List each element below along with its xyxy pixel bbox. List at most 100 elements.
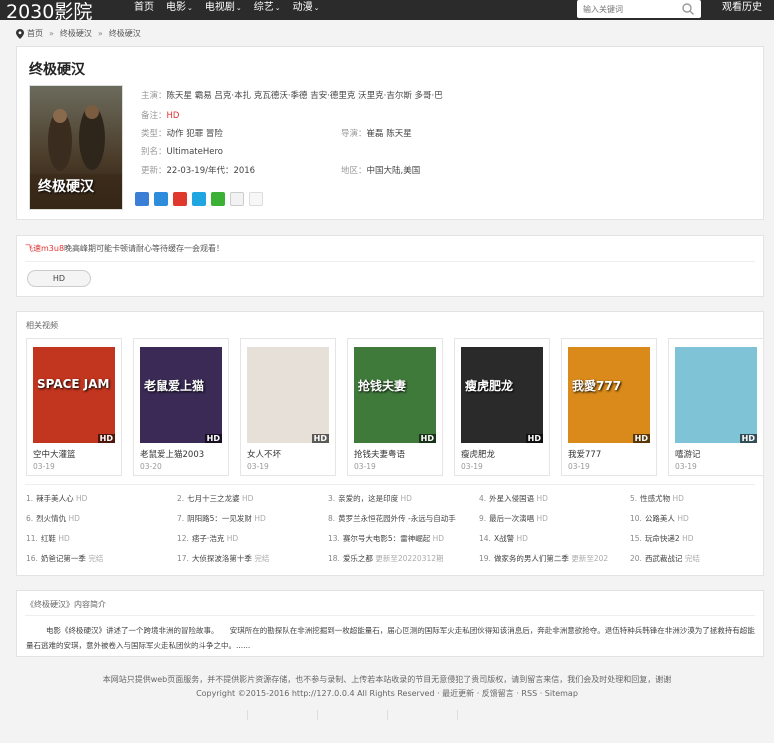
rank-item[interactable]: 18. 爱乐之都 更新至20220312期	[328, 553, 474, 564]
notice-source: 飞速m3u8	[25, 244, 65, 253]
nav-variety[interactable]: 综艺⌄	[254, 1, 281, 15]
rank-number: 8.	[328, 514, 336, 523]
nav-tv[interactable]: 电视剧⌄	[205, 1, 242, 15]
director-row: 导演：崔磊 陈天星	[341, 127, 412, 139]
alias-label: 别名：	[141, 147, 167, 157]
updated-row: 更新：22-03-19/年代：2016	[141, 164, 255, 176]
related-poster-text: SPACE JAM	[37, 377, 110, 391]
rank-number: 15.	[630, 534, 642, 543]
related-item-date: 03-19	[461, 462, 483, 471]
top-navbar: 2030影院 首页 电影⌄ 电视剧⌄ 综艺⌄ 动漫⌄ 观看历史	[0, 0, 774, 23]
location-pin-icon	[16, 28, 24, 39]
rank-item[interactable]: 5. 性感尤物 HD	[630, 493, 774, 504]
rank-item[interactable]: 7. 阴阳路5：一见发财 HD	[177, 513, 323, 524]
rank-item[interactable]: 12. 痞子·浩克 HD	[177, 533, 323, 544]
hd-badge: HD	[418, 434, 436, 443]
footer-dividers	[0, 710, 774, 720]
rank-item[interactable]: 15. 玩命快递2 HD	[630, 533, 774, 544]
genre-row: 类型：动作 犯罪 冒险	[141, 127, 223, 139]
rank-status: HD	[76, 494, 88, 503]
search-icon[interactable]	[681, 2, 695, 16]
related-item[interactable]: 瘦虎肥龙 HD 瘦虎肥龙 03-19	[454, 338, 550, 476]
rank-item[interactable]: 1. 辣手美人心 HD	[26, 493, 172, 504]
share-tencent-icon[interactable]	[192, 192, 206, 206]
rank-item[interactable]: 14. X战警 HD	[479, 533, 625, 544]
rank-title: 黄罗兰永恒花园外传 -永远与自动手	[338, 514, 456, 523]
director-label: 导演：	[341, 129, 367, 139]
share-qzone-icon[interactable]	[154, 192, 168, 206]
footer-divider	[457, 710, 527, 720]
rank-status: HD	[536, 514, 548, 523]
related-item[interactable]: 老鼠爱上猫 HD 老鼠爱上猫2003 03-20	[133, 338, 229, 476]
rank-number: 14.	[479, 534, 491, 543]
rank-title: 七月十三之龙婆	[187, 494, 240, 503]
intro-text: 电影《终极硬汉》讲述了一个跨境非洲的冒险故事。 安琪所在的勘探队在非洲挖掘到一枚…	[26, 626, 755, 650]
breadcrumb-category[interactable]: 终极硬汉	[60, 28, 92, 39]
nav-home[interactable]: 首页	[134, 1, 154, 15]
genre-label: 类型：	[141, 129, 167, 139]
rank-item[interactable]: 19. 做家务的男人们第二季 更新至202	[479, 553, 625, 564]
related-item[interactable]: 我愛777 HD 我爱777 03-19	[561, 338, 657, 476]
footer-divider	[387, 710, 457, 720]
related-item[interactable]: 抢钱夫妻 HD 抢钱夫妻粤语 03-19	[347, 338, 443, 476]
rank-title: 外星入侵国语	[489, 494, 535, 503]
rank-item[interactable]: 3. 亲爱的，这是印度 HD	[328, 493, 474, 504]
rank-item[interactable]: 20. 西武裁战记 完结	[630, 553, 774, 564]
play-source-card: 飞速m3u8晚高峰期可能卡顿请耐心等待缓存一会观看！ HD	[16, 235, 764, 297]
chevron-down-icon: ⌄	[235, 4, 242, 12]
rank-title: 阴阳路5：一见发财	[187, 514, 252, 523]
related-poster-text: 抢钱夫妻	[358, 379, 407, 393]
rank-title: 大侦探波洛第十季	[191, 554, 252, 563]
rank-item[interactable]: 11. 红鞋 HD	[26, 533, 172, 544]
related-item-date: 03-19	[568, 462, 590, 471]
rank-title: 奶爸记第一季	[40, 554, 86, 563]
rank-item[interactable]: 17. 大侦探波洛第十季 完结	[177, 553, 323, 564]
play-hd-button[interactable]: HD	[27, 270, 91, 287]
rank-item[interactable]: 9. 最后一次演唱 HD	[479, 513, 625, 524]
share-qq-icon[interactable]	[230, 192, 244, 206]
chevron-down-icon: ⌄	[274, 4, 281, 12]
play-notice: 飞速m3u8晚高峰期可能卡顿请耐心等待缓存一会观看！	[25, 243, 224, 254]
share-weibo-icon[interactable]	[173, 192, 187, 206]
rank-title: 玩命快递2	[644, 534, 680, 543]
share-copy-icon[interactable]	[249, 192, 263, 206]
rank-status: HD	[400, 494, 412, 503]
nav-movies[interactable]: 电影⌄	[166, 1, 193, 15]
search-input[interactable]	[577, 0, 677, 18]
nav-anime[interactable]: 动漫⌄	[293, 1, 320, 15]
rank-number: 9.	[479, 514, 487, 523]
rank-status: 完结	[254, 554, 270, 563]
breadcrumb-separator: »	[97, 29, 103, 38]
hd-badge: HD	[311, 434, 329, 443]
rank-number: 16.	[26, 554, 38, 563]
rank-number: 2.	[177, 494, 185, 503]
share-wechat-icon[interactable]	[211, 192, 225, 206]
breadcrumb-home[interactable]: 首页	[27, 28, 43, 39]
related-videos-card: 相关视频 SPACE JAM HD 空中大灌篮 03-19 老鼠爱上猫 HD 老鼠爱上猫20…	[16, 311, 764, 576]
related-poster-text: 老鼠爱上猫	[144, 379, 205, 393]
related-item[interactable]: HD 嘻游记 03-19	[668, 338, 764, 476]
rank-title: X战警	[493, 534, 515, 543]
related-item[interactable]: HD 女人不坏 03-19	[240, 338, 336, 476]
rank-status: 完结	[684, 554, 700, 563]
rank-item[interactable]: 6. 烈火情仇 HD	[26, 513, 172, 524]
watch-history-link[interactable]: 观看历史	[722, 1, 762, 15]
rank-item[interactable]: 4. 外星入侵国语 HD	[479, 493, 625, 504]
rank-item[interactable]: 10. 公路美人 HD	[630, 513, 774, 524]
movie-title: 终极硬汉	[29, 62, 85, 78]
footer-divider	[317, 710, 387, 720]
site-logo[interactable]: 2030影院	[6, 0, 92, 24]
rank-status: 更新至202	[571, 554, 609, 563]
share-more-icon[interactable]	[135, 192, 149, 206]
rank-item[interactable]: 8. 黄罗兰永恒花园外传 -永远与自动手	[328, 513, 474, 524]
footer-copyright[interactable]: Copyright ©2015-2016 http://127.0.0.4 Al…	[0, 688, 774, 699]
rank-number: 11.	[26, 534, 38, 543]
rank-item[interactable]: 2. 七月十三之龙婆 HD	[177, 493, 323, 504]
intro-title: 《终极硬汉》内容简介	[26, 600, 106, 609]
related-item[interactable]: SPACE JAM HD 空中大灌篮 03-19	[26, 338, 122, 476]
rank-item[interactable]: 13. 赛尔号大电影5：雷神崛起 HD	[328, 533, 474, 544]
rank-status: HD	[432, 534, 445, 543]
rank-number: 5.	[630, 494, 638, 503]
breadcrumb-current: 终极硬汉	[108, 29, 141, 38]
rank-item[interactable]: 16. 奶爸记第一季 完结	[26, 553, 172, 564]
